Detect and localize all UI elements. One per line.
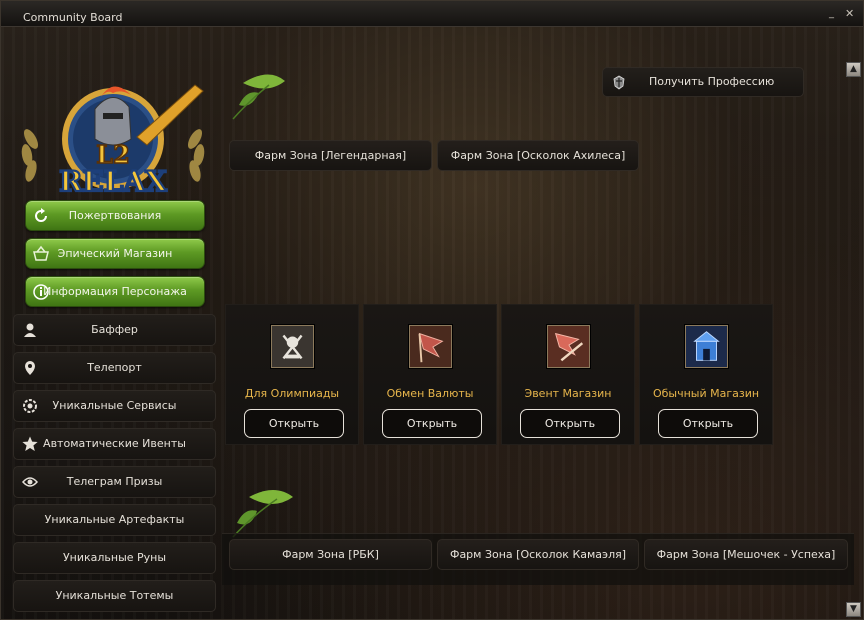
logo-relax-text: RELAX: [59, 165, 167, 198]
sidebar-item-unique-artifacts[interactable]: Уникальные Артефакты: [13, 504, 216, 536]
farm-zone-achilles-shard-button[interactable]: Фарм Зона [Осколок Ахилеса]: [437, 140, 639, 171]
sidebar-item-auto-events[interactable]: Автоматические Ивенты: [13, 428, 216, 460]
basket-icon: [33, 245, 49, 261]
person-icon: [24, 323, 36, 337]
shop-title: Для Олимпиады: [244, 387, 340, 400]
sidebar-item-label: Телеграм Призы: [66, 475, 163, 488]
get-profession-button[interactable]: Получить Профессию: [602, 67, 804, 97]
epic-shop-button[interactable]: Эпический Магазин: [25, 238, 205, 269]
open-button[interactable]: Открыть: [658, 409, 758, 438]
farm-zone-rbk-button[interactable]: Фарм Зона [РБК]: [229, 539, 432, 570]
sidebar-item-unique-totems[interactable]: Уникальные Тотемы: [13, 580, 216, 612]
shop-card-olympiad: Для Олимпиады Открыть: [225, 304, 359, 445]
leaf-decoration: [232, 74, 285, 120]
shop-title: Обычный Магазин: [652, 387, 760, 400]
red-flag-icon: [409, 325, 452, 368]
close-button[interactable]: ✕: [845, 8, 857, 20]
flag-sword-icon: [547, 325, 590, 368]
donations-label: Пожертвования: [68, 209, 162, 222]
community-board-window: Community Board _ ✕ L2 RELAX Пожертвован…: [0, 0, 864, 620]
window-title: Community Board: [23, 11, 123, 24]
info-icon: [33, 284, 49, 300]
sidebar-item-label: Баффер: [91, 323, 138, 336]
shop-title: Обмен Валюты: [386, 387, 474, 400]
map-pin-icon: [25, 361, 35, 375]
open-button[interactable]: Открыть: [382, 409, 482, 438]
gear-icon: [23, 399, 37, 413]
donations-button[interactable]: Пожертвования: [25, 200, 205, 231]
get-profession-label: Получить Профессию: [649, 75, 775, 88]
server-logo: L2 RELAX: [17, 79, 209, 201]
eye-icon: [22, 477, 38, 487]
sidebar-item-unique-services[interactable]: Уникальные Сервисы: [13, 390, 216, 422]
star-icon: [22, 436, 38, 451]
refresh-icon: [35, 208, 47, 222]
sidebar-item-teleport[interactable]: Телепорт: [13, 352, 216, 384]
shop-title: Эвент Магазин: [524, 387, 612, 400]
sidebar-item-label: Уникальные Руны: [62, 551, 167, 564]
sidebar-item-label: Уникальные Артефакты: [44, 513, 185, 526]
profession-icon: [613, 75, 625, 90]
sidebar-item-unique-runes[interactable]: Уникальные Руны: [13, 542, 216, 574]
sidebar-item-label: Телепорт: [87, 361, 142, 374]
sidebar-item-label: Автоматические Ивенты: [43, 437, 186, 450]
sidebar-item-buffer[interactable]: Баффер: [13, 314, 216, 346]
minimize-button[interactable]: _: [829, 9, 841, 21]
sidebar-item-label: Уникальные Сервисы: [52, 399, 177, 412]
sidebar-item-telegram-prizes[interactable]: Телеграм Призы: [13, 466, 216, 498]
open-button[interactable]: Открыть: [244, 409, 344, 438]
character-info-label: Информация Персонажа: [43, 285, 187, 298]
epic-shop-label: Эпический Магазин: [57, 247, 173, 260]
farm-zone-legendary-button[interactable]: Фарм Зона [Легендарная]: [229, 140, 432, 171]
leaf-decoration: [232, 490, 293, 538]
shop-card-currency-exchange: Обмен Валюты Открыть: [363, 304, 497, 445]
shop-card-regular-shop: Обычный Магазин Открыть: [639, 304, 773, 445]
farm-zone-success-pouch-button[interactable]: Фарм Зона [Мешочек - Успеха]: [644, 539, 848, 570]
shop-card-event-shop: Эвент Магазин Открыть: [501, 304, 635, 445]
sidebar-item-label: Уникальные Тотемы: [55, 589, 174, 602]
scroll-up-button[interactable]: ▲: [846, 62, 861, 77]
character-info-button[interactable]: Информация Персонажа: [25, 276, 205, 307]
scroll-down-button[interactable]: ▼: [846, 602, 861, 617]
title-bar[interactable]: Community Board _ ✕: [1, 1, 863, 27]
open-button[interactable]: Открыть: [520, 409, 620, 438]
blue-castle-icon: [685, 325, 728, 368]
olympiad-crest-icon: [271, 325, 314, 368]
farm-zone-kamael-shard-button[interactable]: Фарм Зона [Осколок Камаэля]: [437, 539, 639, 570]
